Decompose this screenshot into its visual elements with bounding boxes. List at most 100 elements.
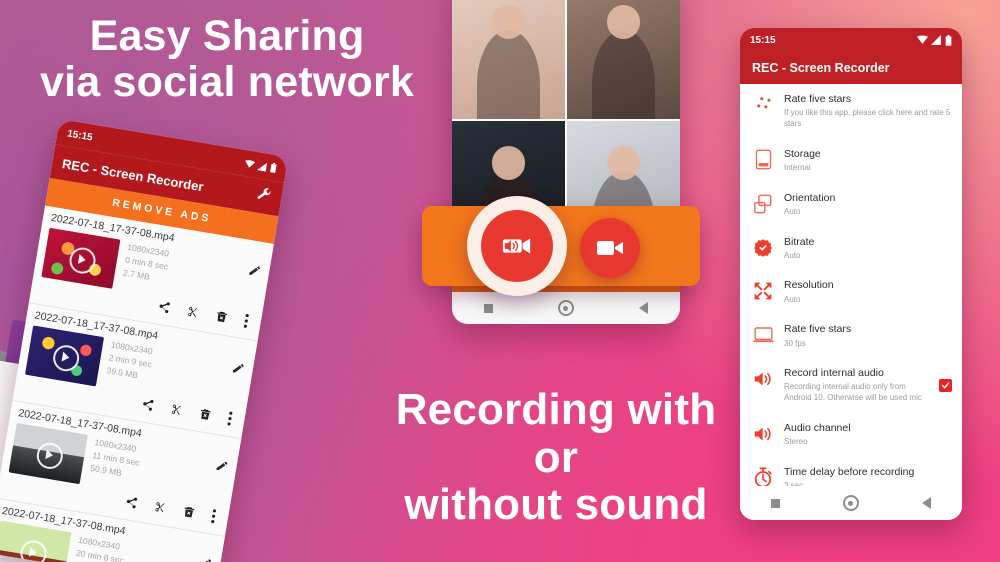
settings-row[interactable]: Rate five stars 30 fps <box>740 314 962 358</box>
overflow-icon[interactable] <box>242 313 250 332</box>
internal-audio-icon <box>752 368 774 390</box>
settings-row-subtitle: Stereo <box>784 437 808 447</box>
settings-row[interactable]: Resolution Auto <box>740 270 962 314</box>
video-call-tile <box>567 0 680 119</box>
headline-line: Recording with <box>395 385 717 434</box>
delete-icon[interactable] <box>181 505 196 523</box>
cut-icon[interactable] <box>169 402 184 420</box>
play-icon[interactable] <box>67 245 98 276</box>
promo-banner: s e) ais ada) 15:15 REC - Screen Recorde… <box>0 0 1000 562</box>
settings-row-title: Record internal audio <box>784 367 884 380</box>
participant-head <box>606 5 641 39</box>
nav-square-icon[interactable] <box>771 498 781 508</box>
status-time: 15:15 <box>750 34 776 46</box>
record-video-button[interactable] <box>580 218 640 278</box>
video-call-tile <box>452 0 565 119</box>
right-phone-app-bar: REC - Screen Recorder <box>740 52 962 84</box>
storage-icon <box>752 149 774 171</box>
cut-icon[interactable] <box>152 500 167 518</box>
pencil-icon[interactable] <box>230 361 245 379</box>
overflow-icon[interactable] <box>226 411 234 430</box>
video-thumbnail[interactable] <box>0 520 72 562</box>
delete-icon[interactable] <box>197 407 212 425</box>
settings-row-title: Bitrate <box>784 235 815 248</box>
share-icon[interactable] <box>140 397 155 415</box>
pencil-icon[interactable] <box>247 263 262 281</box>
settings-row-title: Audio channel <box>784 422 851 435</box>
headline-bottom: Recording with or without sound <box>375 386 737 529</box>
settings-list[interactable]: Rate five stars If you like this app, ple… <box>740 84 962 501</box>
battery-icon <box>945 34 952 46</box>
overflow-icon[interactable] <box>209 508 217 527</box>
settings-row[interactable]: Rate five stars If you like this app, ple… <box>740 84 962 139</box>
settings-row[interactable]: Bitrate Auto <box>740 227 962 271</box>
cut-icon[interactable] <box>185 305 200 323</box>
record-with-audio-button[interactable] <box>467 196 567 296</box>
record-with-audio-icon <box>502 238 531 254</box>
fps-icon <box>752 324 774 346</box>
headline-line: without sound <box>404 480 708 530</box>
settings-checkbox[interactable] <box>939 379 952 393</box>
settings-row[interactable]: Record internal audio Recording internal … <box>740 358 962 413</box>
settings-row[interactable]: Storage Internal <box>740 139 962 183</box>
nav-circle-icon[interactable] <box>557 300 574 316</box>
share-icon[interactable] <box>124 495 139 513</box>
settings-row-text: Rate five stars If you like this app, ple… <box>784 93 952 130</box>
play-icon[interactable] <box>18 538 49 562</box>
settings-row-text: Orientation Auto <box>784 192 952 218</box>
settings-row-text: Record internal audio Recording internal … <box>784 367 929 404</box>
settings-row-title: Time delay before recording <box>784 465 915 478</box>
participant-head <box>491 5 526 39</box>
participant-silhouette <box>591 30 656 119</box>
settings-row-subtitle: Auto <box>784 206 801 216</box>
record-video-icon <box>597 241 623 255</box>
right-phone-title: REC - Screen Recorder <box>752 61 890 75</box>
nav-circle-icon[interactable] <box>842 495 859 511</box>
settings-row-text: Storage Internal <box>784 148 952 174</box>
settings-row-subtitle: Auto <box>784 250 801 260</box>
signal-icon <box>256 162 268 172</box>
pencil-icon[interactable] <box>198 556 213 562</box>
right-phone-nav-bar[interactable] <box>740 486 962 520</box>
battery-icon <box>270 162 277 173</box>
wifi-icon <box>245 159 256 168</box>
record-with-audio-button-inner[interactable] <box>481 210 553 282</box>
play-icon[interactable] <box>51 343 82 374</box>
settings-row-title: Resolution <box>784 279 834 292</box>
headline-line: or <box>533 432 579 482</box>
right-phone-mockup: 15:15 REC - Screen Recorder Rate five st… <box>740 28 962 520</box>
wifi-icon <box>917 35 928 44</box>
participant-head <box>491 146 526 180</box>
status-icons <box>917 34 952 46</box>
settings-row-title: Storage <box>784 147 821 160</box>
nav-back-icon[interactable] <box>921 497 931 509</box>
delete-icon[interactable] <box>214 309 229 327</box>
settings-row-title: Orientation <box>784 191 836 204</box>
participant-head <box>606 146 641 180</box>
share-icon[interactable] <box>156 300 171 318</box>
stars-icon <box>752 94 774 116</box>
headline-top: Easy Sharing via social network <box>22 12 432 106</box>
settings-row-text: Resolution Auto <box>784 279 952 305</box>
orientation-icon <box>752 193 774 215</box>
center-phone-nav-bar[interactable] <box>452 292 680 324</box>
settings-row-title: Rate five stars <box>784 323 852 336</box>
headline-line: via social network <box>39 57 415 106</box>
settings-row-text: Audio channel Stereo <box>784 422 952 448</box>
settings-row-subtitle: 30 fps <box>784 338 806 348</box>
nav-back-icon[interactable] <box>638 302 648 314</box>
settings-row-title: Rate five stars <box>784 93 852 105</box>
settings-row-subtitle: If you like this app, please click here … <box>784 108 951 128</box>
nav-square-icon[interactable] <box>484 303 494 313</box>
right-phone-status-bar: 15:15 <box>740 28 962 52</box>
settings-row-subtitle: Recording internal audio only from Andro… <box>784 382 922 403</box>
play-icon[interactable] <box>34 440 65 471</box>
settings-row-text: Bitrate Auto <box>784 236 952 262</box>
headline-line: Easy Sharing <box>89 12 365 60</box>
settings-row[interactable]: Orientation Auto <box>740 183 962 227</box>
settings-row[interactable]: Audio channel Stereo <box>740 413 962 457</box>
bitrate-icon <box>752 237 774 259</box>
resolution-icon <box>752 280 774 302</box>
pencil-icon[interactable] <box>214 458 229 476</box>
wrench-icon[interactable] <box>255 186 273 208</box>
